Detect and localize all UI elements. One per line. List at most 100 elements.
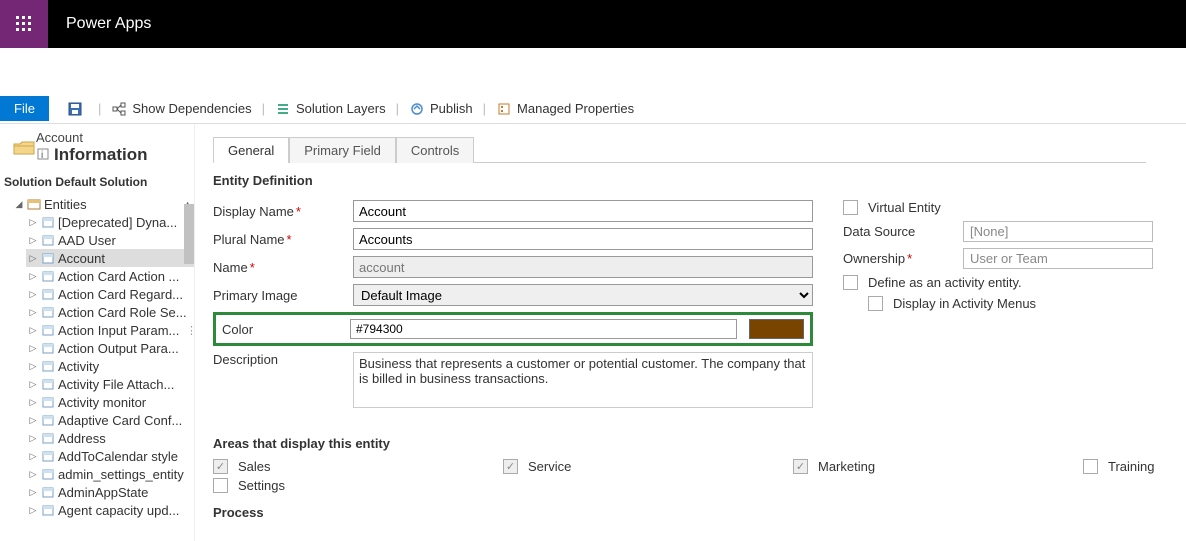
tree-item-label: Activity monitor [58, 395, 146, 410]
plural-name-input[interactable] [353, 228, 813, 250]
tree-item[interactable]: ▷ Activity monitor [26, 393, 194, 411]
save-button[interactable] [59, 94, 96, 124]
tree-item[interactable]: ▷ Action Output Para... [26, 339, 194, 357]
properties-icon [496, 101, 512, 117]
color-swatch[interactable] [749, 319, 804, 339]
folder-icon [12, 138, 36, 158]
svg-text:i: i [41, 150, 43, 161]
area-training-checkbox[interactable] [1083, 459, 1098, 474]
tab-controls[interactable]: Controls [396, 137, 474, 163]
managed-properties-button[interactable]: Managed Properties [488, 94, 642, 124]
solution-layers-button[interactable]: Solution Layers [267, 94, 394, 124]
define-activity-label: Define as an activity entity. [868, 275, 1022, 290]
separator: | [481, 101, 488, 116]
ownership-label: Ownership* [843, 251, 963, 266]
tree-item-label: admin_settings_entity [58, 467, 184, 482]
show-dependencies-label: Show Dependencies [132, 101, 251, 116]
expand-icon[interactable]: ▷ [28, 505, 38, 516]
color-row-highlighted: Color [213, 312, 813, 346]
primary-image-select[interactable]: Default Image [353, 284, 813, 306]
expand-icon[interactable]: ▷ [28, 343, 38, 354]
area-service-checkbox[interactable] [503, 459, 518, 474]
app-header: Power Apps [0, 0, 1186, 48]
entity-icon [40, 232, 56, 248]
expand-icon[interactable]: ▷ [28, 289, 38, 300]
display-activity-menus-checkbox[interactable] [868, 296, 883, 311]
color-input[interactable] [350, 319, 737, 339]
name-label: Name* [213, 260, 353, 275]
file-menu-button[interactable]: File [0, 96, 49, 121]
tree-item[interactable]: ▷Action Input Param... [26, 321, 194, 339]
publish-icon [409, 101, 425, 117]
tree-item-label: AddToCalendar style [58, 449, 178, 464]
entity-icon [40, 484, 56, 500]
expand-icon[interactable]: ▷ [28, 397, 38, 408]
tree-root-entities[interactable]: ◢ Entities ▲ [12, 195, 194, 213]
main-content: General Primary Field Controls Entity De… [195, 124, 1186, 541]
tab-general[interactable]: General [213, 137, 289, 163]
expand-icon[interactable]: ▷ [28, 217, 38, 228]
expand-icon[interactable]: ▷ [28, 271, 38, 282]
tree-item[interactable]: ▷ Activity [26, 357, 194, 375]
tab-primary-field[interactable]: Primary Field [289, 137, 396, 163]
expand-icon[interactable]: ▷ [28, 433, 38, 444]
area-settings-checkbox[interactable] [213, 478, 228, 493]
tree-item-label: Address [58, 431, 106, 446]
virtual-entity-checkbox[interactable] [843, 200, 858, 215]
tree-item[interactable]: ▷ admin_settings_entity [26, 465, 194, 483]
show-dependencies-button[interactable]: Show Dependencies [103, 94, 259, 124]
separator: | [260, 101, 267, 116]
entity-icon [40, 394, 56, 410]
tree-item[interactable]: ▷AAD User [26, 231, 194, 249]
tree-item[interactable]: ▷Activity File Attach... [26, 375, 194, 393]
tree-item-label: Action Card Action ... [58, 269, 179, 284]
tree-item[interactable]: ▷ Agent capacity upd... [26, 501, 194, 519]
expand-icon[interactable]: ▷ [28, 307, 38, 318]
expand-icon[interactable]: ▷ [28, 487, 38, 498]
tree-item[interactable]: ▷Action Card Regard... [26, 285, 194, 303]
expand-icon[interactable]: ▷ [28, 451, 38, 462]
expand-icon[interactable]: ▷ [28, 253, 38, 264]
tree-item[interactable]: ▷Adaptive Card Conf... [26, 411, 194, 429]
entity-name: Account [36, 130, 148, 145]
expand-icon[interactable]: ▷ [28, 415, 38, 426]
expand-icon[interactable]: ▷ [28, 469, 38, 480]
tree-item[interactable]: ▷ AddToCalendar style [26, 447, 194, 465]
scrollbar-thumb[interactable] [184, 204, 194, 264]
tree-item-label: Activity [58, 359, 99, 374]
tree-item[interactable]: ▷ Action Card Action ... [26, 267, 194, 285]
expand-icon[interactable]: ▷ [28, 361, 38, 372]
tree-item[interactable]: ▷ Account [26, 249, 194, 267]
expand-icon[interactable]: ▷ [28, 379, 38, 390]
publish-button[interactable]: Publish [401, 94, 481, 124]
tree-item-label: [Deprecated] Dyna... [58, 215, 177, 230]
area-service-label: Service [528, 459, 571, 474]
tree-item-label: Action Output Para... [58, 341, 179, 356]
expand-icon[interactable]: ▷ [28, 325, 38, 336]
tree-item[interactable]: ▷ Address [26, 429, 194, 447]
app-launcher-button[interactable] [0, 0, 48, 48]
tree-item[interactable]: ▷ [Deprecated] Dyna... [26, 213, 194, 231]
plural-name-label: Plural Name* [213, 232, 353, 247]
area-marketing-checkbox[interactable] [793, 459, 808, 474]
display-name-input[interactable] [353, 200, 813, 222]
entities-icon [26, 196, 42, 212]
collapse-icon[interactable]: ◢ [14, 199, 24, 210]
save-icon [67, 101, 83, 117]
tree-item-label: Action Card Role Se... [58, 305, 187, 320]
name-input [353, 256, 813, 278]
area-sales-checkbox[interactable] [213, 459, 228, 474]
entity-icon [40, 340, 56, 356]
expand-icon[interactable]: ▷ [28, 235, 38, 246]
tree-item-label: Agent capacity upd... [58, 503, 179, 518]
separator: | [96, 101, 103, 116]
tree-item-label: Account [58, 251, 105, 266]
tree-item[interactable]: ▷ Action Card Role Se... [26, 303, 194, 321]
tree-item[interactable]: ▷AdminAppState [26, 483, 194, 501]
entity-icon [40, 250, 56, 266]
ownership-value: User or Team [963, 248, 1153, 269]
description-textarea[interactable]: Business that represents a customer or p… [353, 352, 813, 408]
data-source-value: [None] [963, 221, 1153, 242]
define-activity-checkbox[interactable] [843, 275, 858, 290]
pane-resize-handle[interactable]: ⋮ [186, 324, 195, 337]
